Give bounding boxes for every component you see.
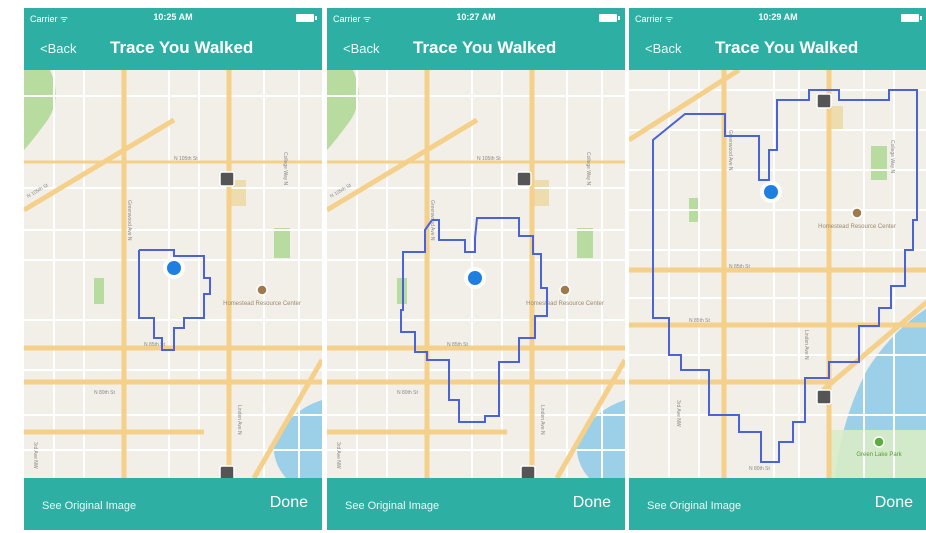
done-button[interactable]: Done	[270, 494, 308, 512]
street-label: Linden Ave N	[539, 405, 545, 435]
transit-stop-icon[interactable]	[520, 465, 536, 478]
page-title: Trace You Walked	[715, 38, 859, 57]
status-bar: Carrier ᯤ 10:25 AM	[24, 8, 322, 28]
navigation-bar: <Back Trace You Walked	[24, 28, 322, 70]
clock-time: 10:25 AM	[153, 12, 193, 22]
status-bar: Carrier ᯤ 10:27 AM	[327, 8, 625, 28]
map-canvas[interactable]: N 105th St N 85th St N 80th St N 105th S…	[327, 70, 625, 478]
poi-label: Homestead Resource Center	[223, 301, 301, 307]
street-label: Linden Ave N	[803, 330, 809, 360]
walk-trace-map[interactable]: N 105th St N 85th St N 80th St N 105th S…	[327, 70, 625, 478]
done-button[interactable]: Done	[875, 494, 913, 512]
navigation-bar: <Back Trace You Walked	[327, 28, 625, 70]
park-marker-icon[interactable]	[873, 436, 885, 448]
park-area	[871, 146, 887, 180]
transit-stop-icon[interactable]	[219, 465, 235, 478]
see-original-image-button[interactable]: See Original Image	[345, 500, 439, 512]
street-label: 3rd Ave NW	[32, 442, 38, 469]
street-label: N 85th St	[689, 318, 710, 324]
street-label: College Way N	[889, 140, 895, 174]
poi-marker-icon[interactable]	[256, 284, 268, 296]
see-original-image-button[interactable]: See Original Image	[647, 500, 741, 512]
street-label: N 80th St	[397, 390, 418, 396]
back-button[interactable]: <Back	[343, 41, 380, 56]
park-area	[577, 228, 593, 258]
walk-trace-map[interactable]: N 105th St N 85th St N 80th St N 105th S…	[24, 70, 322, 478]
street-label: N 105th St	[174, 156, 198, 162]
street-label: 3rd Ave NW	[675, 400, 681, 427]
walk-trace-map[interactable]: N 85th St N 85th St N 80th St Greenwood …	[629, 70, 926, 478]
street-label: N 80th St	[94, 390, 115, 396]
bottom-toolbar: See Original Image Done	[24, 478, 322, 530]
street-label: N 105th St	[477, 156, 501, 162]
bottom-toolbar: See Original Image Done	[327, 478, 625, 530]
battery-icon	[296, 14, 317, 22]
street-label: College Way N	[585, 152, 591, 186]
street-label: College Way N	[282, 152, 288, 186]
current-location-icon	[764, 185, 778, 199]
phone-screen-2: Carrier ᯤ 10:27 AM <Back Trace You Walke…	[327, 8, 625, 530]
poi-label: Homestead Resource Center	[526, 301, 604, 307]
transit-stop-icon[interactable]	[816, 93, 832, 109]
current-location-icon	[468, 271, 482, 285]
clock-time: 10:29 AM	[758, 12, 798, 22]
phone-screen-1: Carrier ᯤ 10:25 AM <Back Trace You Walke…	[24, 8, 322, 530]
back-button[interactable]: <Back	[645, 41, 682, 56]
park-label: Green Lake Park	[856, 452, 902, 458]
transit-stop-icon[interactable]	[816, 389, 832, 405]
map-canvas[interactable]: N 105th St N 85th St N 80th St N 105th S…	[24, 70, 322, 478]
street-label: 3rd Ave NW	[335, 442, 341, 469]
done-button[interactable]: Done	[573, 494, 611, 512]
back-button[interactable]: <Back	[40, 41, 77, 56]
battery-icon	[599, 14, 620, 22]
poi-label: Homestead Resource Center	[818, 224, 896, 230]
map-canvas[interactable]: N 85th St N 85th St N 80th St Greenwood …	[629, 70, 926, 478]
see-original-image-button[interactable]: See Original Image	[42, 500, 136, 512]
page-title: Trace You Walked	[413, 38, 557, 57]
phone-screen-3: Carrier ᯤ 10:29 AM <Back Trace You Walke…	[629, 8, 926, 530]
transit-stop-icon[interactable]	[219, 171, 235, 187]
street-label: N 85th St	[729, 264, 750, 270]
clock-time: 10:27 AM	[456, 12, 496, 22]
park-area	[94, 278, 104, 304]
street-label: N 80th St	[749, 466, 770, 472]
status-bar: Carrier ᯤ 10:29 AM	[629, 8, 926, 28]
bottom-toolbar: See Original Image Done	[629, 478, 926, 530]
navigation-bar: <Back Trace You Walked	[629, 28, 926, 70]
street-label: Linden Ave N	[236, 405, 242, 435]
current-location-icon	[167, 261, 181, 275]
transit-stop-icon[interactable]	[516, 171, 532, 187]
page-title: Trace You Walked	[110, 38, 254, 57]
poi-marker-icon[interactable]	[851, 207, 863, 219]
poi-marker-icon[interactable]	[559, 284, 571, 296]
battery-icon	[901, 14, 922, 22]
park-area	[274, 228, 290, 258]
street-label: N 85th St	[447, 342, 468, 348]
street-label: Greenwood Ave N	[126, 200, 132, 241]
